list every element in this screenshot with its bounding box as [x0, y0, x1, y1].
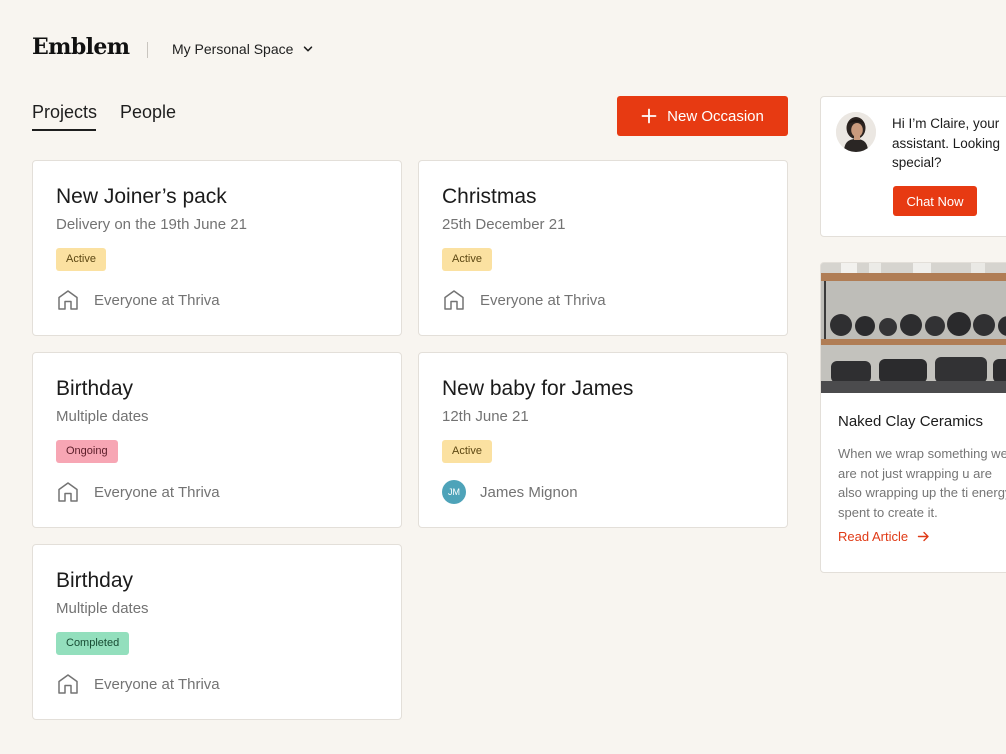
- article-title: Naked Clay Ceramics: [838, 413, 984, 430]
- app-logo[interactable]: Emblem: [32, 34, 130, 60]
- owner-name: James Mignon: [480, 483, 578, 501]
- project-subtitle: 25th December 21: [442, 216, 566, 233]
- owner-name: Everyone at Thriva: [94, 483, 220, 501]
- project-subtitle: Multiple dates: [56, 408, 149, 425]
- project-subtitle: Delivery on the 19th June 21: [56, 216, 247, 233]
- chevron-down-icon: [304, 46, 313, 52]
- owner-name: Everyone at Thriva: [94, 675, 220, 693]
- project-title: Birthday: [56, 569, 134, 592]
- article-card[interactable]: Naked Clay Ceramics When we wrap somethi…: [820, 262, 1006, 573]
- project-title: New baby for James: [442, 377, 634, 400]
- tab-people[interactable]: People: [120, 102, 176, 123]
- owner-name: Everyone at Thriva: [480, 291, 606, 309]
- project-owner: Everyone at Thriva: [442, 288, 606, 312]
- avatar: JM: [442, 480, 466, 504]
- assistant-chat-card: Hi I’m Claire, your assistant. Looking s…: [820, 96, 1006, 237]
- status-badge: Active: [442, 248, 492, 271]
- project-title: Birthday: [56, 377, 134, 400]
- home-icon: [58, 482, 78, 502]
- home-icon: [58, 290, 78, 310]
- project-owner: Everyone at Thriva: [56, 480, 220, 504]
- project-card[interactable]: Christmas 25th December 21 Active Everyo…: [418, 160, 788, 336]
- project-owner: JM James Mignon: [442, 480, 578, 504]
- home-icon: [58, 674, 78, 694]
- article-excerpt: When we wrap something we are not just w…: [838, 446, 1006, 520]
- read-article-link[interactable]: Read Article: [838, 529, 930, 544]
- status-badge: Active: [56, 248, 106, 271]
- status-badge: Completed: [56, 632, 130, 655]
- new-occasion-button[interactable]: New Occasion: [617, 96, 788, 136]
- project-card[interactable]: Birthday Multiple dates Ongoing Everyone…: [32, 352, 402, 528]
- read-article-label: Read Article: [838, 529, 909, 544]
- project-card[interactable]: New Joiner’s pack Delivery on the 19th J…: [32, 160, 402, 336]
- project-subtitle: 12th June 21: [442, 408, 529, 425]
- chat-now-button[interactable]: Chat Now: [893, 186, 977, 216]
- header-divider: [147, 42, 148, 58]
- assistant-avatar: [836, 112, 876, 152]
- space-selector[interactable]: My Personal Space: [172, 41, 314, 57]
- project-subtitle: Multiple dates: [56, 600, 149, 617]
- project-owner: Everyone at Thriva: [56, 672, 220, 696]
- project-title: Christmas: [442, 185, 537, 208]
- status-badge: Ongoing: [56, 440, 118, 463]
- home-icon: [444, 290, 464, 310]
- project-card[interactable]: New baby for James 12th June 21 Active J…: [418, 352, 788, 528]
- status-badge: Active: [442, 440, 492, 463]
- project-owner: Everyone at Thriva: [56, 288, 220, 312]
- new-occasion-label: New Occasion: [667, 107, 764, 125]
- article-image: [821, 263, 1006, 393]
- project-title: New Joiner’s pack: [56, 185, 227, 208]
- tab-active-indicator: [32, 129, 96, 131]
- project-card[interactable]: Birthday Multiple dates Completed Everyo…: [32, 544, 402, 720]
- tab-projects[interactable]: Projects: [32, 102, 97, 123]
- space-label: My Personal Space: [172, 41, 294, 57]
- arrow-right-icon: [917, 531, 929, 542]
- owner-name: Everyone at Thriva: [94, 291, 220, 309]
- assistant-message: Hi I’m Claire, your assistant. Looking s…: [892, 116, 1001, 170]
- plus-icon: [641, 108, 657, 124]
